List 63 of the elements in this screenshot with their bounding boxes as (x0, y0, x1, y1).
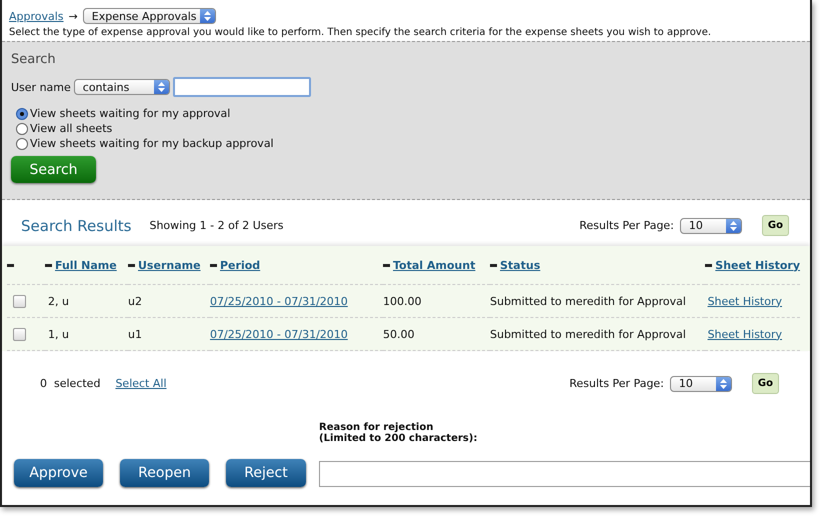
selected-count: 0 (40, 377, 47, 390)
table-cell: 100.00 (383, 294, 422, 308)
selected-label: selected (54, 377, 100, 390)
column-handle-icon[interactable] (383, 264, 390, 266)
approval-type-select[interactable]: Expense Approvals (82, 8, 216, 24)
action-button[interactable]: Reject (226, 459, 306, 487)
results-summary: Showing 1 - 2 of 2 Users (149, 219, 284, 232)
results-per-page-label: Results Per Page: (579, 219, 674, 232)
sheet-history-link[interactable]: Sheet History (708, 294, 782, 308)
results-per-page-select[interactable]: 10 (670, 376, 732, 392)
radio-button[interactable] (16, 108, 28, 120)
column-header[interactable]: Status (500, 258, 540, 272)
user-name-label: User name (11, 80, 71, 94)
select-arrows-icon (720, 378, 727, 388)
column-header[interactable]: Sheet History (715, 258, 800, 272)
sheet-history-link[interactable]: Sheet History (708, 328, 782, 340)
action-button[interactable]: Reopen (120, 459, 209, 487)
table-cell: 50.00 (383, 328, 414, 340)
column-header[interactable]: Period (220, 258, 260, 272)
reason-hint: (Limited to 200 characters): (319, 433, 478, 444)
column-handle-icon[interactable] (210, 264, 217, 266)
action-button[interactable]: Approve (14, 459, 103, 487)
table-cell: Submitted to meredith for Approval (490, 328, 686, 340)
operator-select[interactable]: contains (74, 79, 170, 95)
table-cell: u1 (128, 328, 142, 340)
period-link[interactable]: 07/25/2010 - 07/31/2010 (210, 294, 348, 308)
results-title: Search Results (21, 216, 132, 234)
radio-option[interactable]: View sheets waiting for my approval (16, 107, 810, 120)
table-cell: u2 (128, 294, 142, 308)
table-cell: 1, u (48, 328, 69, 340)
breadcrumb-arrow: → (68, 10, 78, 22)
select-arrows-icon (158, 82, 165, 92)
results-per-page-label: Results Per Page: (569, 377, 664, 390)
description-text: Select the type of expense approval you would like to perform. Then specify the search criteria for the expense sheets you wish to approve. (9, 27, 712, 38)
breadcrumb-link[interactable]: Approvals (9, 10, 64, 22)
search-button[interactable]: Search (11, 156, 96, 183)
radio-option[interactable]: View sheets waiting for my backup approval (16, 137, 810, 150)
row-checkbox[interactable] (13, 294, 26, 308)
radio-button[interactable] (16, 122, 28, 134)
radio-button[interactable] (16, 138, 28, 150)
row-checkbox[interactable] (13, 328, 26, 340)
column-header[interactable]: Full Name (55, 258, 117, 272)
table-cell: 2, u (48, 294, 69, 308)
reason-label: Reason for rejection (319, 422, 434, 433)
user-name-field[interactable] (172, 77, 311, 97)
select-all-link[interactable]: Select All (115, 377, 167, 390)
column-handle-icon[interactable] (490, 264, 497, 266)
search-title: Search (11, 52, 57, 67)
column-header[interactable]: Username (138, 258, 201, 272)
go-button[interactable]: Go (752, 373, 779, 394)
select-arrows-icon (730, 220, 737, 230)
radio-option[interactable]: View all sheets (16, 122, 810, 135)
column-handle-icon[interactable] (705, 264, 712, 266)
select-arrows-icon (204, 11, 211, 21)
column-handle-icon[interactable] (128, 264, 135, 266)
results-per-page-select[interactable]: 10 (680, 218, 742, 234)
table-cell: Submitted to meredith for Approval (490, 294, 686, 308)
column-handle-icon[interactable] (45, 264, 52, 266)
period-link[interactable]: 07/25/2010 - 07/31/2010 (210, 328, 348, 340)
reason-field[interactable] (319, 461, 810, 487)
column-handle-icon[interactable] (7, 264, 14, 266)
column-header[interactable]: Total Amount (393, 258, 476, 272)
go-button[interactable]: Go (762, 215, 789, 236)
